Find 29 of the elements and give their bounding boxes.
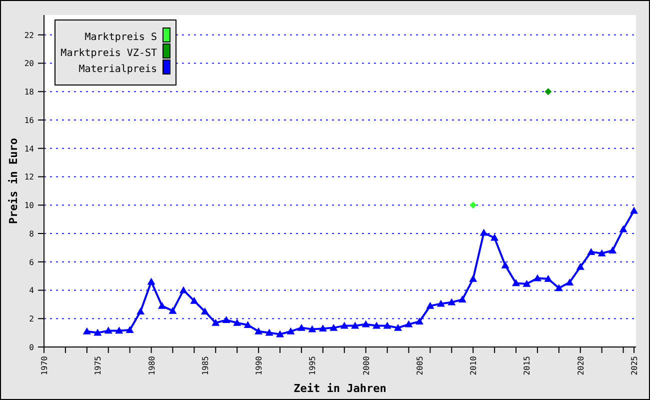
x-tick-label: 1990 bbox=[254, 356, 264, 376]
x-tick-label: 1970 bbox=[40, 356, 49, 376]
x-tick-label: 1980 bbox=[147, 356, 156, 376]
x-tick-label: 2005 bbox=[415, 356, 424, 376]
x-tick-label: 2020 bbox=[576, 356, 586, 376]
x-tick-label: 2015 bbox=[522, 356, 532, 376]
x-axis-title: Zeit in Jahren bbox=[294, 382, 386, 395]
y-tick-label: 22 bbox=[24, 30, 34, 40]
y-tick-label: 2 bbox=[29, 314, 34, 324]
legend-label: Marktpreis VZ-ST bbox=[60, 48, 157, 59]
y-tick-label: 4 bbox=[29, 286, 34, 296]
y-axis-title: Preis in Euro bbox=[7, 138, 20, 224]
legend-label: Materialpreis bbox=[78, 64, 157, 75]
x-tick-label: 1975 bbox=[94, 356, 103, 376]
x-tick-label: 1985 bbox=[200, 356, 210, 376]
y-tick-label: 10 bbox=[24, 201, 34, 210]
y-tick-label: 14 bbox=[24, 144, 34, 154]
y-tick-label: 18 bbox=[24, 88, 34, 97]
y-tick-label: 6 bbox=[29, 258, 34, 267]
x-tick-label: 2010 bbox=[469, 356, 478, 376]
legend-label: Marktpreis S bbox=[84, 32, 157, 43]
x-tick-label: 2000 bbox=[362, 356, 371, 376]
y-tick-label: 0 bbox=[29, 343, 34, 352]
y-tick-label: 8 bbox=[29, 230, 34, 238]
x-tick-label: 1995 bbox=[308, 356, 318, 376]
y-tick-label: 16 bbox=[24, 116, 34, 125]
x-tick-label: 2025 bbox=[630, 356, 639, 376]
y-tick-label: 12 bbox=[24, 172, 34, 182]
y-tick-label: 20 bbox=[24, 59, 34, 68]
